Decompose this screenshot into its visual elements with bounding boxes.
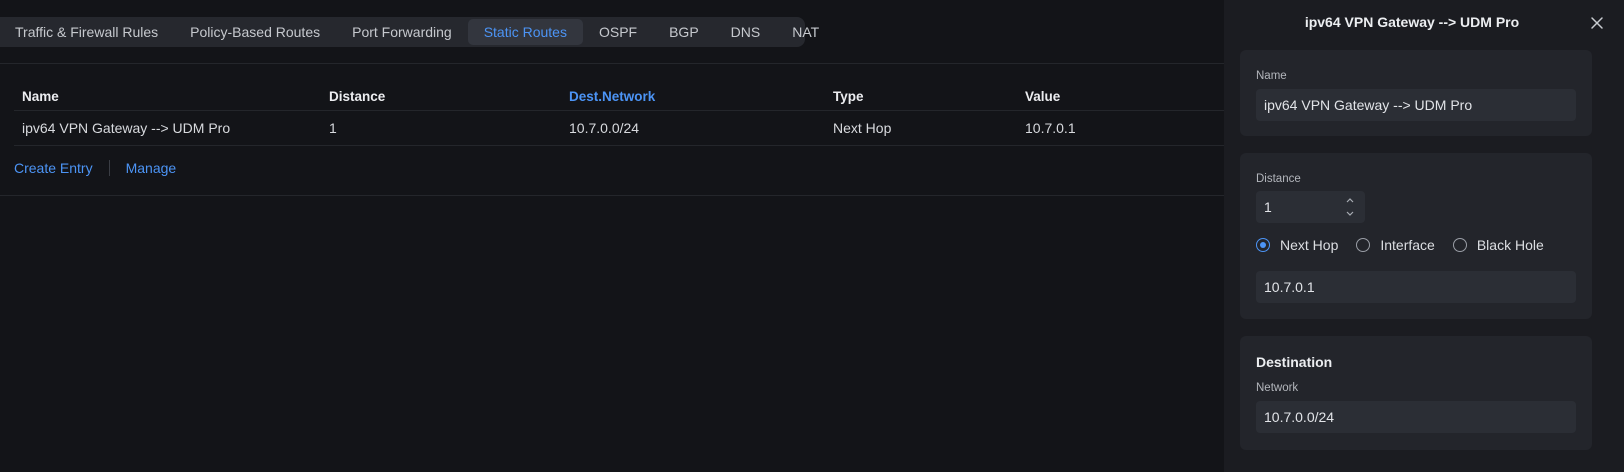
destination-title: Destination [1256,354,1333,370]
distance-label: Distance [1256,173,1301,185]
divider [0,63,1224,64]
tab-ospf[interactable]: OSPF [583,19,653,45]
cell-value: 10.7.0.1 [1017,110,1224,146]
destination-card: Destination Network 10.7.0.0/24 [1240,336,1592,450]
table-actions: Create Entry Manage [14,160,176,176]
static-routes-table: Name Distance Dest.Network Type Value ip… [14,82,1224,146]
column-header-dest-network[interactable]: Dest.Network [561,82,825,111]
network-field[interactable]: 10.7.0.0/24 [1256,401,1576,433]
cell-name: ipv64 VPN Gateway --> UDM Pro [14,110,321,146]
radio-interface[interactable]: Interface [1356,237,1435,253]
tab-traffic-firewall-rules[interactable]: Traffic & Firewall Rules [0,19,174,45]
radio-label-interface: Interface [1380,237,1435,253]
divider [0,195,1224,196]
network-label: Network [1256,382,1299,394]
divider [108,160,110,176]
name-field[interactable]: ipv64 VPN Gateway --> UDM Pro [1256,89,1576,121]
cell-type: Next Hop [825,110,1017,146]
radio-black-hole[interactable]: Black Hole [1452,237,1544,253]
tab-static-routes[interactable]: Static Routes [467,19,583,45]
radio-unselected-icon[interactable] [1452,238,1467,252]
tab-nat[interactable]: NAT [776,19,835,45]
cell-distance: 1 [321,110,561,146]
route-type-radio-group: Next Hop Interface Black Hole [1256,237,1562,253]
column-header-distance[interactable]: Distance [321,82,561,111]
column-header-name[interactable]: Name [14,82,321,111]
table-header-row: Name Distance Dest.Network Type Value [14,82,1224,111]
radio-next-hop[interactable]: Next Hop [1256,237,1338,253]
radio-unselected-icon[interactable] [1356,238,1371,252]
route-detail-panel: ipv64 VPN Gateway --> UDM Pro Name ipv64… [1224,0,1624,472]
manage-link[interactable]: Manage [126,160,177,176]
create-entry-link[interactable]: Create Entry [14,160,93,176]
name-card: Name ipv64 VPN Gateway --> UDM Pro [1240,50,1592,136]
radio-label-next-hop: Next Hop [1280,237,1339,253]
panel-title: ipv64 VPN Gateway --> UDM Pro [1304,14,1520,30]
tab-bar: Traffic & Firewall Rules Policy-Based Ro… [0,17,819,47]
name-label: Name [1256,70,1287,82]
tab-dns[interactable]: DNS [715,19,777,45]
table-row[interactable]: ipv64 VPN Gateway --> UDM Pro 1 10.7.0.0… [14,110,1224,146]
radio-selected-icon[interactable] [1256,238,1270,252]
column-header-type[interactable]: Type [825,82,1017,111]
distance-value: 1 [1264,199,1272,215]
route-card: Distance 1 Next Hop Interface Black Hole… [1240,153,1592,319]
close-icon[interactable] [1588,14,1606,32]
cell-dest-network: 10.7.0.0/24 [561,110,825,146]
stepper-arrows-icon[interactable] [1345,196,1355,218]
column-header-value[interactable]: Value [1017,82,1224,111]
tab-port-forwarding[interactable]: Port Forwarding [336,19,468,45]
tab-policy-based-routes[interactable]: Policy-Based Routes [174,19,336,45]
distance-stepper[interactable]: 1 [1256,191,1365,223]
next-hop-field[interactable]: 10.7.0.1 [1256,271,1576,303]
tab-bgp[interactable]: BGP [653,19,715,45]
radio-label-black-hole: Black Hole [1476,237,1544,253]
